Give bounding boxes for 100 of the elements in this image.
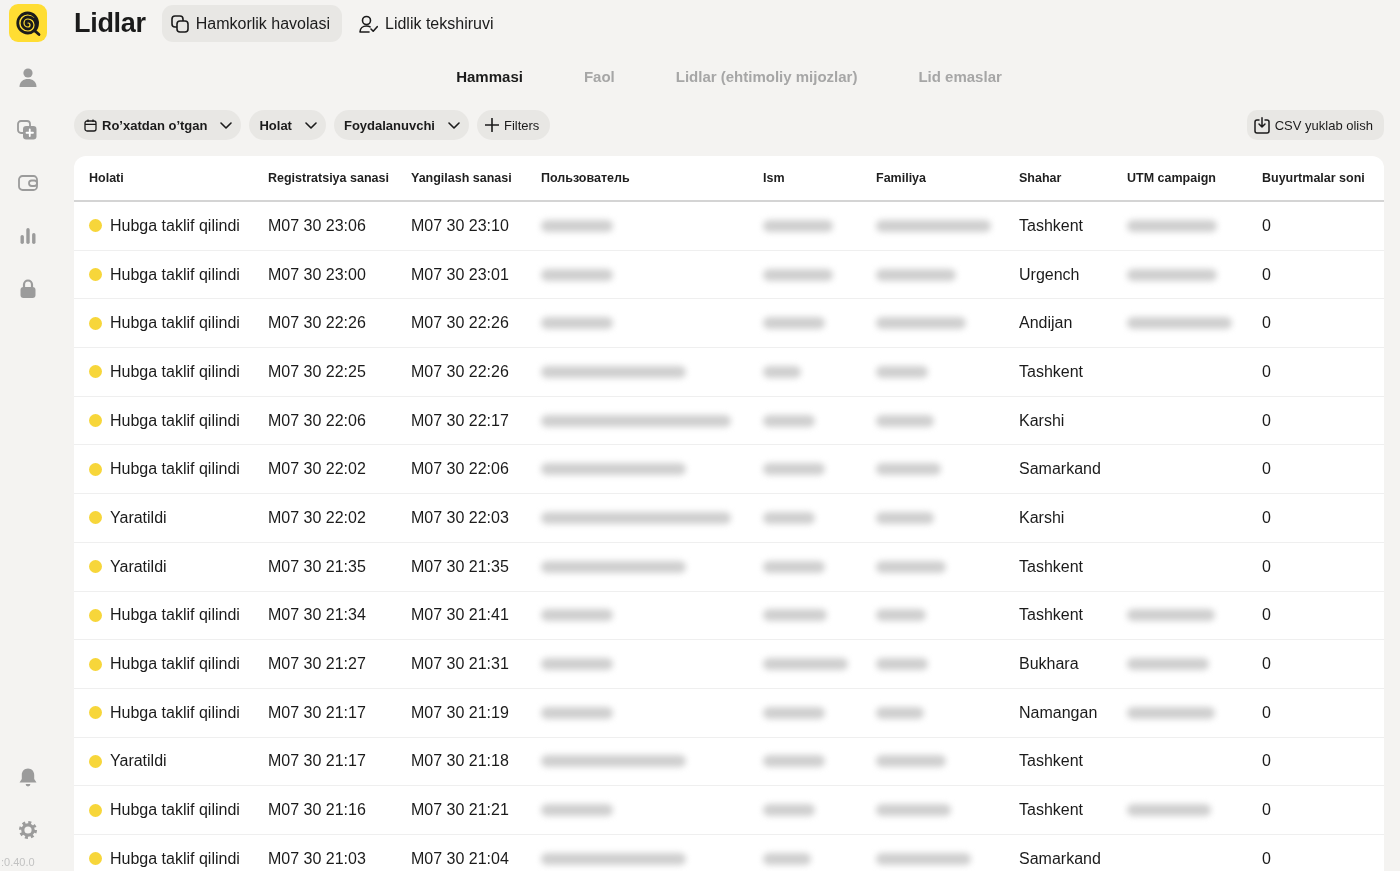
- blurred-text: [763, 755, 825, 768]
- blurred-text: [541, 706, 613, 719]
- status-dot: [89, 316, 102, 330]
- table-cell: M07 30 22:25: [253, 347, 396, 397]
- table-cell: M07 30 21:19: [396, 688, 526, 738]
- table-cell: Samarkand: [1004, 444, 1112, 494]
- table-cell: Tashkent: [1004, 542, 1112, 591]
- table-cell: M07 30 22:03: [396, 493, 526, 543]
- csv-download-button[interactable]: CSV yuklab olish: [1246, 110, 1384, 140]
- blurred-text: [876, 365, 928, 378]
- table-cell: M07 30 21:27: [253, 639, 396, 689]
- status-dot: [89, 511, 102, 525]
- table-cell: Samarkand: [1004, 834, 1112, 871]
- status-label: Hubga taklif qilindi: [110, 265, 240, 284]
- blurred-text: [763, 317, 825, 330]
- table-cell: 0: [1247, 298, 1384, 348]
- blurred-text: [763, 219, 833, 232]
- table-cell: 0: [1247, 785, 1384, 835]
- status-label: Hubga taklif qilindi: [110, 314, 240, 333]
- status-label: Hubga taklif qilindi: [110, 362, 240, 381]
- status-dot: [89, 414, 102, 428]
- status-dot: [89, 706, 102, 720]
- table-cell: Namangan: [1004, 688, 1112, 738]
- column-header[interactable]: Shahar: [1004, 156, 1112, 201]
- status-label: Hubga taklif qilindi: [110, 655, 240, 674]
- spiral-logo-icon[interactable]: [8, 4, 47, 42]
- table-cell: M07 30 21:35: [253, 542, 396, 591]
- table-cell: Tashkent: [1004, 591, 1112, 640]
- blurred-text: [541, 609, 613, 622]
- blurred-text: [876, 560, 946, 573]
- column-header[interactable]: Familiya: [861, 156, 1004, 201]
- notifications-bell-icon[interactable]: [17, 767, 38, 787]
- status-dot: [89, 657, 102, 671]
- blurred-text: [763, 852, 811, 865]
- blurred-text: [876, 414, 934, 427]
- status-dot: [89, 219, 102, 233]
- status-label: Hubga taklif qilindi: [110, 606, 240, 625]
- status-dot: [89, 608, 102, 622]
- table-cell: M07 30 21:18: [396, 737, 526, 786]
- table-cell: Tashkent: [1004, 201, 1112, 251]
- status-label: Yaratildi: [110, 557, 167, 576]
- blurred-text: [763, 706, 825, 719]
- table-cell: 0: [1247, 737, 1384, 786]
- copy-plus-icon[interactable]: [17, 120, 38, 141]
- filter-dropdown[interactable]: Holat: [249, 110, 326, 140]
- table-cell: M07 30 23:10: [396, 201, 526, 251]
- settings-icon[interactable]: [17, 820, 38, 840]
- column-header[interactable]: UTM campaign: [1112, 156, 1247, 201]
- column-header[interactable]: Yangilash sanasi: [396, 156, 526, 201]
- table-cell: 0: [1247, 688, 1384, 738]
- blurred-text: [876, 463, 941, 476]
- blurred-text: [541, 219, 613, 232]
- filter-dropdown[interactable]: Ro’xatdan o’tgan: [74, 110, 242, 140]
- table-cell: Karshi: [1004, 493, 1112, 543]
- blurred-text: [876, 658, 928, 671]
- table-cell: M07 30 22:17: [396, 396, 526, 445]
- person-icon[interactable]: [17, 67, 38, 88]
- table-cell: M07 30 21:21: [396, 785, 526, 835]
- table-cell: M07 30 21:17: [253, 737, 396, 786]
- blurred-text: [763, 804, 815, 817]
- table-cell: M07 30 21:35: [396, 542, 526, 591]
- status-label: Hubga taklif qilindi: [110, 801, 240, 820]
- page-title: Lidlar: [74, 8, 146, 39]
- status-dot: [89, 803, 102, 817]
- table-cell: 0: [1247, 834, 1384, 871]
- status-dot: [89, 560, 102, 574]
- table-cell: M07 30 22:06: [396, 444, 526, 494]
- table-cell: M07 30 22:26: [253, 298, 396, 348]
- partner-link-button[interactable]: Hamkorlik havolasi: [161, 5, 342, 42]
- table-cell: Bukhara: [1004, 639, 1112, 689]
- table-cell: M07 30 21:41: [396, 591, 526, 640]
- table-cell: M07 30 21:04: [396, 834, 526, 871]
- column-header[interactable]: Ism: [748, 156, 861, 201]
- chevron-down-icon: [220, 121, 233, 129]
- table-cell: Tashkent: [1004, 347, 1112, 397]
- table-cell: 0: [1247, 444, 1384, 494]
- column-header[interactable]: Пользователь: [526, 156, 748, 201]
- user-check-icon: [359, 14, 378, 33]
- status-label: Hubga taklif qilindi: [110, 849, 240, 868]
- table-cell: M07 30 21:16: [253, 785, 396, 835]
- blurred-text: [541, 804, 613, 817]
- status-dot: [89, 754, 102, 768]
- tab[interactable]: Hammasi: [456, 67, 523, 85]
- blurred-text: [763, 609, 827, 622]
- status-label: Hubga taklif qilindi: [110, 703, 240, 722]
- table-cell: M07 30 23:00: [253, 250, 396, 299]
- table-cell: Tashkent: [1004, 737, 1112, 786]
- wallet-icon[interactable]: [17, 173, 38, 193]
- blurred-text: [763, 414, 815, 427]
- link-button[interactable]: Lidlik tekshiruvi: [350, 5, 506, 42]
- column-header[interactable]: Holati: [74, 156, 253, 201]
- column-header[interactable]: Registratsiya sanasi: [253, 156, 396, 201]
- status-dot: [89, 852, 102, 866]
- filter-dropdown[interactable]: Foydalanuvchi: [333, 110, 469, 140]
- column-header[interactable]: Buyurtmalar soni: [1247, 156, 1384, 201]
- table-cell: 0: [1247, 396, 1384, 445]
- table-cell: M07 30 22:02: [253, 493, 396, 543]
- status-dot: [89, 365, 102, 379]
- table-cell: 0: [1247, 250, 1384, 299]
- add-filter-button[interactable]: Filters: [477, 110, 551, 140]
